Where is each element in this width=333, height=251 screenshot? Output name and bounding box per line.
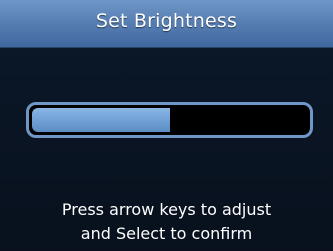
dialog-title: Set Brightness (95, 10, 238, 32)
brightness-slider[interactable] (26, 102, 313, 138)
brightness-dialog: Set Brightness Press arrow keys to adjus… (0, 0, 333, 251)
dialog-title-bar: Set Brightness (0, 0, 333, 48)
brightness-level-fill (32, 108, 170, 132)
instruction-line-1: Press arrow keys to adjust (61, 200, 272, 219)
instructions-text: Press arrow keys to adjust and Select to… (0, 198, 333, 246)
instruction-line-2: and Select to confirm (80, 224, 253, 243)
